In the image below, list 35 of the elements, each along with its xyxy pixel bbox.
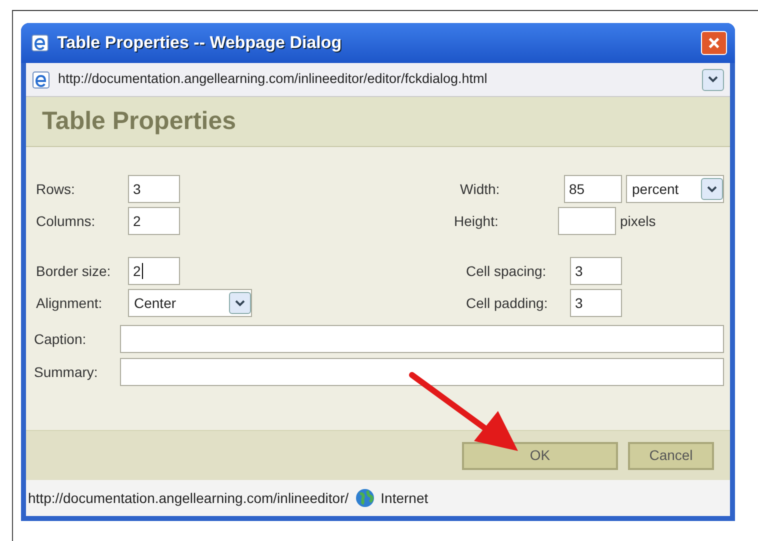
dialog-heading: Table Properties	[42, 106, 236, 137]
input-field[interactable]: 85	[564, 175, 622, 203]
unit-select[interactable]: percent	[626, 175, 724, 203]
field-label: Rows:	[36, 180, 76, 198]
close-icon	[708, 36, 720, 50]
close-button[interactable]	[701, 31, 727, 55]
input-field[interactable]	[120, 325, 724, 353]
page-icon	[32, 70, 50, 88]
address-dropdown-button[interactable]	[702, 68, 724, 90]
field-label: Height:	[454, 212, 500, 231]
input-field[interactable]: 3	[570, 289, 622, 317]
field-label: Caption:	[34, 330, 88, 349]
field-label: Alignment:	[36, 294, 104, 313]
field-label: Border size:	[36, 262, 112, 280]
input-field[interactable]	[120, 358, 724, 386]
field-label: Cell padding:	[466, 294, 549, 313]
unit-label: pixels	[620, 212, 657, 231]
input-field[interactable]: 3	[128, 175, 180, 203]
window-icon	[31, 34, 49, 52]
window-title: Table Properties -- Webpage Dialog	[57, 32, 343, 54]
field-label: Summary:	[34, 362, 99, 382]
alignment-select[interactable]: Center	[128, 289, 252, 317]
input-field[interactable]: 2	[128, 257, 180, 285]
input-field[interactable]: 2	[128, 207, 180, 235]
ok-button[interactable]: OK	[462, 442, 618, 470]
field-label: Cell spacing:	[466, 262, 548, 281]
status-url: http://documentation.angellearning.com/inlineeditor/	[28, 488, 349, 508]
input-field[interactable]	[558, 207, 616, 235]
field-label: Width:	[460, 180, 501, 198]
cancel-button[interactable]: Cancel	[628, 442, 714, 470]
security-zone: Internet	[380, 488, 428, 508]
globe-icon	[354, 488, 375, 508]
input-field[interactable]: 3	[570, 257, 622, 285]
field-label: Columns:	[36, 212, 96, 230]
address-url: http://documentation.angellearning.com/inlineeditor/editor/fckdialog.html	[58, 70, 488, 88]
